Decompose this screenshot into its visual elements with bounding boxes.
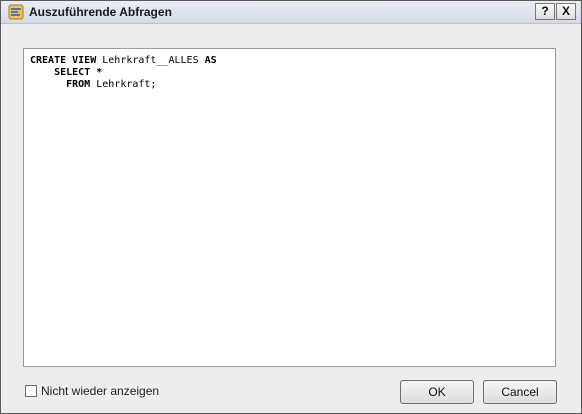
close-button[interactable]: X xyxy=(556,3,576,20)
sql-keyword: AS xyxy=(204,55,217,66)
cancel-button[interactable]: Cancel xyxy=(483,380,557,404)
sql-table-name: Lehrkraft; xyxy=(90,79,157,90)
ok-button[interactable]: OK xyxy=(400,380,474,404)
title-bar[interactable]: Auszuführende Abfragen ? X xyxy=(1,1,581,24)
sql-indent xyxy=(30,79,66,90)
sql-code: CREATE VIEW Lehrkraft__ALLES AS SELECT *… xyxy=(30,55,217,91)
dialog-footer: Nicht wieder anzeigen OK Cancel xyxy=(1,377,581,413)
sql-keyword: CREATE VIEW xyxy=(30,55,97,66)
window-title: Auszuführende Abfragen xyxy=(29,5,172,19)
dont-show-again-label[interactable]: Nicht wieder anzeigen xyxy=(41,384,159,398)
dont-show-again-checkbox[interactable] xyxy=(25,385,37,397)
sql-indent xyxy=(30,67,54,78)
sql-query-icon xyxy=(8,4,24,20)
help-button[interactable]: ? xyxy=(535,3,555,20)
sql-keyword: SELECT * xyxy=(54,67,103,78)
query-dialog: Auszuführende Abfragen ? X CREATE VIEW L… xyxy=(0,0,582,414)
query-text-area[interactable]: CREATE VIEW Lehrkraft__ALLES AS SELECT *… xyxy=(23,48,556,367)
sql-view-name: Lehrkraft__ALLES xyxy=(96,55,205,66)
sql-keyword: FROM xyxy=(66,79,91,90)
